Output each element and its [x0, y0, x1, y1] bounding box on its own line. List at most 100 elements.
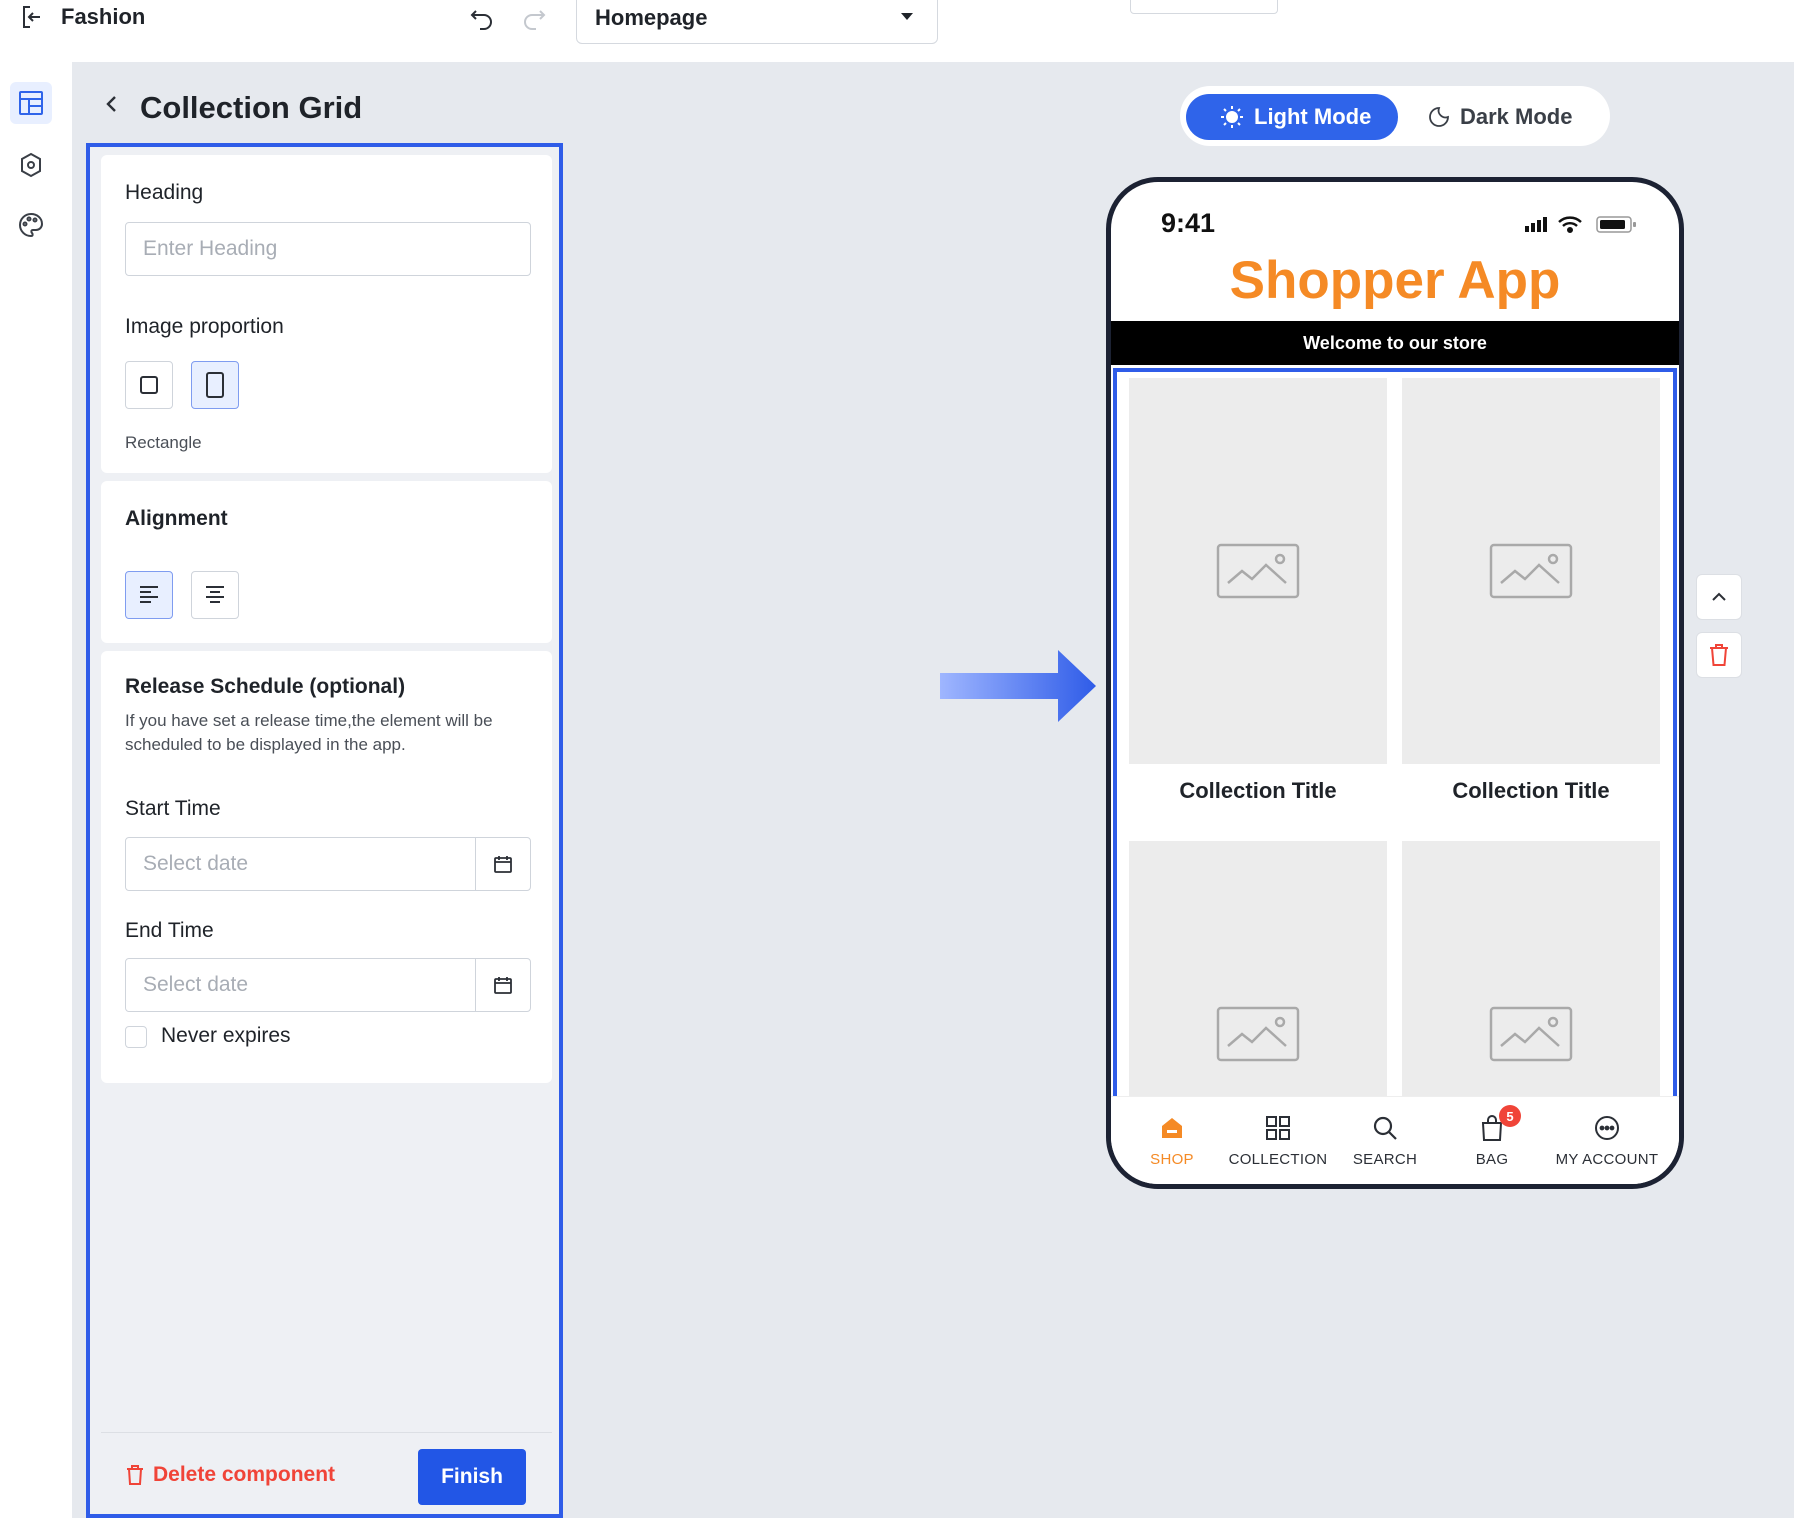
tab-my-account[interactable]: MY ACCOUNT	[1544, 1113, 1670, 1168]
sun-icon	[1221, 106, 1243, 128]
image-placeholder	[1402, 841, 1660, 1103]
image-icon	[1489, 1006, 1573, 1062]
tab-label: SHOP	[1150, 1151, 1194, 1168]
tab-bag[interactable]: 5 BAG	[1437, 1105, 1547, 1168]
chevron-up-icon	[1712, 592, 1726, 601]
tab-label: COLLECTION	[1228, 1151, 1328, 1168]
search-icon	[1373, 1116, 1397, 1140]
image-placeholder	[1129, 378, 1387, 764]
heading-label: Heading	[125, 181, 204, 204]
tab-label: BAG	[1475, 1151, 1509, 1168]
store-title: Fashion	[61, 4, 146, 29]
image-proportion-label: Image proportion	[125, 315, 284, 338]
heading-card: Heading Image proportion Rectangle	[101, 155, 552, 473]
light-mode-button[interactable]: Light Mode	[1186, 94, 1398, 140]
status-time: 9:41	[1161, 208, 1216, 238]
end-date-input[interactable]	[126, 959, 475, 1011]
release-schedule-title: Release Schedule (optional)	[125, 675, 406, 698]
signal-icon	[1525, 217, 1547, 232]
moon-icon	[1429, 107, 1449, 127]
delete-section-button[interactable]	[1696, 632, 1742, 678]
align-center-button[interactable]	[191, 571, 239, 619]
move-up-button[interactable]	[1696, 574, 1742, 620]
panel-footer: Delete component Finish	[101, 1432, 552, 1518]
image-placeholder	[1402, 378, 1660, 764]
dark-mode-label: Dark Mode	[1460, 104, 1573, 129]
layout-icon	[19, 91, 43, 115]
redo-icon[interactable]	[520, 4, 548, 32]
phone-preview: 9:41 Shopper App Welcome to our store Co…	[1106, 177, 1684, 1189]
rectangle-icon	[206, 372, 224, 398]
settings-icon	[21, 152, 41, 178]
light-mode-label: Light Mode	[1254, 104, 1372, 129]
welcome-banner: Welcome to our store	[1111, 321, 1679, 365]
image-placeholder	[1129, 841, 1387, 1103]
rail-settings-button[interactable]	[10, 144, 52, 186]
delete-component-label: Delete component	[153, 1463, 336, 1486]
align-center-icon	[206, 586, 224, 603]
calendar-icon	[494, 856, 512, 873]
undo-icon[interactable]	[468, 4, 496, 32]
calendar-icon	[494, 977, 512, 994]
dark-mode-button[interactable]: Dark Mode	[1428, 94, 1598, 140]
never-expires-checkbox[interactable]	[125, 1026, 147, 1048]
start-date-input[interactable]	[126, 838, 475, 890]
tab-shop[interactable]: SHOP	[1117, 1113, 1227, 1168]
mode-toggle: Light Mode Dark Mode	[1180, 86, 1610, 146]
bottom-tab-bar: SHOP COLLECTION SEARCH 5 BAG MY ACCOUNT	[1111, 1096, 1679, 1184]
collection-title: Collection Title	[1452, 778, 1610, 803]
heading-input[interactable]	[125, 222, 531, 276]
start-date-picker-button[interactable]	[475, 838, 530, 890]
rail-theme-button[interactable]	[10, 204, 52, 246]
trash-icon	[1710, 644, 1728, 666]
collection-tile[interactable]: Collection Title	[1402, 378, 1660, 804]
icon-rail	[0, 62, 72, 1518]
release-schedule-card: Release Schedule (optional) If you have …	[101, 651, 552, 1083]
start-time-label: Start Time	[125, 797, 221, 820]
collection-tile[interactable]	[1402, 841, 1660, 1103]
tab-label: MY ACCOUNT	[1555, 1151, 1659, 1168]
palette-icon	[19, 212, 44, 238]
end-time-label: End Time	[125, 919, 214, 942]
page-selector-label: Homepage	[595, 5, 708, 30]
align-left-icon	[140, 586, 158, 603]
collection-grid[interactable]: Collection Title Collection Title	[1113, 368, 1677, 1103]
settings-panel: Heading Image proportion Rectangle Align…	[86, 143, 563, 1518]
grid-icon	[1266, 1116, 1290, 1140]
end-date-field	[125, 958, 531, 1012]
battery-icon	[1596, 216, 1636, 233]
page-selector[interactable]: Homepage	[576, 0, 938, 44]
status-icons	[1525, 216, 1636, 234]
alignment-label: Alignment	[125, 507, 228, 530]
app-name: Shopper App	[1229, 251, 1561, 310]
rectangle-proportion-button[interactable]	[191, 361, 239, 409]
exit-icon[interactable]	[20, 4, 46, 30]
finish-button[interactable]: Finish	[418, 1449, 526, 1505]
back-icon[interactable]	[102, 92, 122, 116]
top-bar: Fashion Homepage	[0, 0, 1794, 62]
bag-count-badge: 5	[1499, 1105, 1521, 1127]
collection-title: Collection Title	[1179, 778, 1337, 803]
trash-icon	[127, 1465, 143, 1485]
collection-tile[interactable]: Collection Title	[1129, 378, 1387, 804]
rail-layout-button[interactable]	[10, 82, 52, 124]
delete-component-button[interactable]: Delete component	[125, 1463, 335, 1487]
end-date-picker-button[interactable]	[475, 959, 530, 1011]
image-icon	[1489, 543, 1573, 599]
alignment-card: Alignment	[101, 481, 552, 643]
tab-search[interactable]: SEARCH	[1330, 1113, 1440, 1168]
account-icon	[1595, 1116, 1619, 1140]
image-icon	[1216, 1006, 1300, 1062]
collection-tile[interactable]	[1129, 841, 1387, 1103]
caret-down-icon	[901, 13, 913, 20]
wifi-icon	[1558, 216, 1582, 234]
home-icon	[1162, 1118, 1182, 1138]
tab-collection[interactable]: COLLECTION	[1223, 1113, 1333, 1168]
square-proportion-button[interactable]	[125, 361, 173, 409]
proportion-selected-label: Rectangle	[125, 433, 202, 452]
image-icon	[1216, 543, 1300, 599]
device-switcher[interactable]	[1130, 0, 1278, 14]
never-expires-label: Never expires	[161, 1024, 291, 1047]
align-left-button[interactable]	[125, 571, 173, 619]
release-schedule-description: If you have set a release time,the eleme…	[125, 711, 493, 754]
